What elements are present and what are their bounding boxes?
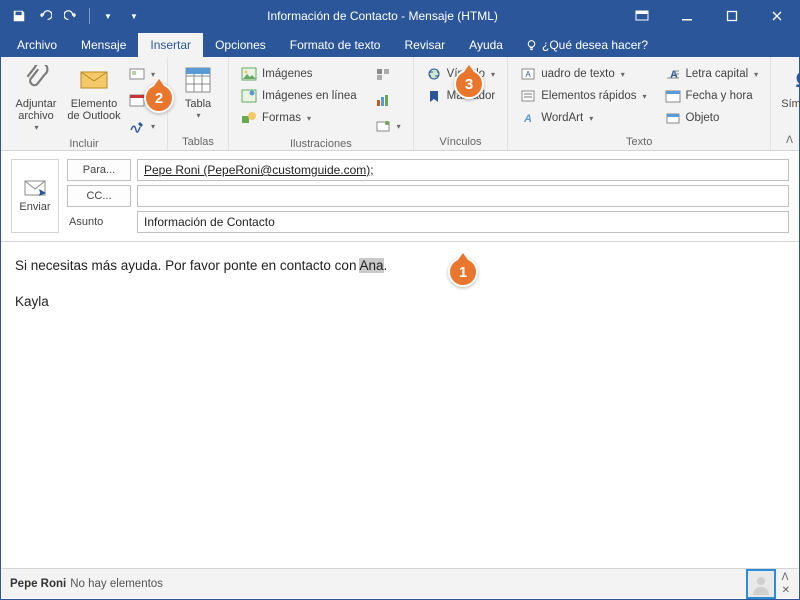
quick-parts-button[interactable]: Elementos rápidos▾ xyxy=(516,86,650,106)
pictures-button[interactable]: Imágenes xyxy=(237,64,361,84)
tab-mensaje[interactable]: Mensaje xyxy=(69,33,138,57)
picture-icon xyxy=(241,66,257,82)
send-button[interactable]: Enviar xyxy=(11,159,59,233)
tell-me-label: ¿Qué desea hacer? xyxy=(542,38,648,52)
link-icon xyxy=(426,66,442,82)
group-ilustraciones: Imágenes Imágenes en línea Formas▾ ▾ Ilu… xyxy=(229,57,414,150)
status-message: No hay elementos xyxy=(70,578,163,590)
ribbon-tabs: Archivo Mensaje Insertar Opciones Format… xyxy=(1,31,799,57)
quick-access-toolbar: ▼ ▼ xyxy=(1,4,146,28)
omega-icon: Ω xyxy=(788,64,800,96)
save-icon[interactable] xyxy=(7,4,31,28)
chart-icon xyxy=(375,92,391,108)
subject-field[interactable]: Información de Contacto xyxy=(137,211,789,233)
ribbon: Adjuntar archivo▾ Elemento de Outlook ▾ … xyxy=(1,57,799,151)
cc-field[interactable] xyxy=(137,185,789,207)
signature-button[interactable]: ▾ xyxy=(125,116,159,136)
card-icon xyxy=(129,66,145,82)
screenshot-icon xyxy=(375,118,391,134)
calendar-icon xyxy=(129,92,145,108)
group-label-incluir: Incluir xyxy=(9,136,159,150)
paperclip-icon xyxy=(20,64,52,96)
symbols-button[interactable]: Ω Símbolos▾ xyxy=(779,60,800,121)
date-time-button[interactable]: Fecha y hora xyxy=(661,86,763,106)
object-icon xyxy=(665,110,681,126)
group-texto: Auadro de texto▾ Elementos rápidos▾ AWor… xyxy=(508,57,771,150)
shapes-button[interactable]: Formas▾ xyxy=(237,108,361,128)
tab-opciones[interactable]: Opciones xyxy=(203,33,278,57)
drop-cap-button[interactable]: ALetra capital▾ xyxy=(661,64,763,84)
group-label-texto: Texto xyxy=(516,134,762,148)
icons-icon xyxy=(375,66,391,82)
wordart-button[interactable]: AWordArt▾ xyxy=(516,108,650,128)
screenshot-button[interactable]: ▾ xyxy=(371,116,405,136)
callout-badge-3: 3 xyxy=(454,69,484,99)
message-body[interactable]: Si necesitas más ayuda. Por favor ponte … xyxy=(1,242,799,538)
minimize-button[interactable] xyxy=(664,1,709,31)
contact-avatar[interactable] xyxy=(746,569,776,599)
qat-dropdown-1[interactable]: ▼ xyxy=(96,4,120,28)
object-button[interactable]: Objeto xyxy=(661,108,763,128)
dropcap-icon: A xyxy=(665,66,681,82)
redo-icon[interactable] xyxy=(59,4,83,28)
envelope-icon xyxy=(78,64,110,96)
undo-icon[interactable] xyxy=(33,4,57,28)
online-picture-icon xyxy=(241,88,257,104)
group-incluir: Adjuntar archivo▾ Elemento de Outlook ▾ … xyxy=(1,57,168,150)
window-controls xyxy=(619,1,799,31)
group-label-vinculos: Vínculos xyxy=(422,134,500,148)
peek-up-icon[interactable]: ᐱ xyxy=(782,572,790,583)
datetime-icon xyxy=(665,88,681,104)
textbox-button[interactable]: Auadro de texto▾ xyxy=(516,64,650,84)
quickparts-icon xyxy=(520,88,536,104)
svg-text:A: A xyxy=(523,113,532,125)
collapse-ribbon-icon[interactable]: ᐱ xyxy=(786,135,793,146)
tab-formato[interactable]: Formato de texto xyxy=(278,33,393,57)
to-button[interactable]: Para... xyxy=(67,159,131,181)
compose-header: Enviar Para... Pepe Roni (PepeRoni@custo… xyxy=(1,151,799,242)
peek-close-icon[interactable]: ✕ xyxy=(782,585,790,596)
to-field[interactable]: Pepe Roni (PepeRoni@customguide.com); xyxy=(137,159,789,181)
title-bar: ▼ ▼ Información de Contacto - Mensaje (H… xyxy=(1,1,799,31)
ribbon-options-icon[interactable] xyxy=(619,1,664,31)
tab-ayuda[interactable]: Ayuda xyxy=(457,33,515,57)
subject-label: Asunto xyxy=(67,216,131,228)
group-tablas: Tabla▾ Tablas xyxy=(168,57,229,150)
icons-button[interactable] xyxy=(371,64,405,84)
table-button[interactable]: Tabla▾ xyxy=(176,60,220,121)
body-line-1: Si necesitas más ayuda. Por favor ponte … xyxy=(15,256,785,276)
maximize-button[interactable] xyxy=(709,1,754,31)
tab-archivo[interactable]: Archivo xyxy=(5,33,69,57)
group-label-tablas: Tablas xyxy=(176,134,220,148)
callout-badge-2: 2 xyxy=(144,83,174,113)
chart-button[interactable] xyxy=(371,90,405,110)
status-name: Pepe Roni xyxy=(10,578,66,590)
lightbulb-icon xyxy=(525,39,538,52)
table-icon xyxy=(182,64,214,96)
signature-icon xyxy=(129,118,145,134)
status-bar: Pepe Roni No hay elementos ᐱ ✕ xyxy=(2,568,798,598)
qat-dropdown-2[interactable]: ▼ xyxy=(122,4,146,28)
body-signature: Kayla xyxy=(15,292,785,312)
tab-revisar[interactable]: Revisar xyxy=(392,33,457,57)
window-title: Información de Contacto - Mensaje (HTML) xyxy=(146,9,619,23)
svg-text:A: A xyxy=(526,70,532,79)
tab-insertar[interactable]: Insertar xyxy=(138,33,203,57)
attach-file-button[interactable]: Adjuntar archivo▾ xyxy=(9,60,63,133)
selected-text: Ana xyxy=(359,258,383,273)
online-pictures-button[interactable]: Imágenes en línea xyxy=(237,86,361,106)
cc-button[interactable]: CC... xyxy=(67,185,131,207)
outlook-item-button[interactable]: Elemento de Outlook xyxy=(67,60,121,122)
close-button[interactable] xyxy=(754,1,799,31)
send-icon xyxy=(23,179,47,197)
textbox-icon: A xyxy=(520,66,536,82)
shapes-icon xyxy=(241,110,257,126)
callout-badge-1: 1 xyxy=(448,257,478,287)
bookmark-icon xyxy=(426,88,442,104)
group-label-ilustraciones: Ilustraciones xyxy=(237,136,405,150)
wordart-icon: A xyxy=(520,110,536,126)
tell-me-search[interactable]: ¿Qué desea hacer? xyxy=(515,33,658,57)
